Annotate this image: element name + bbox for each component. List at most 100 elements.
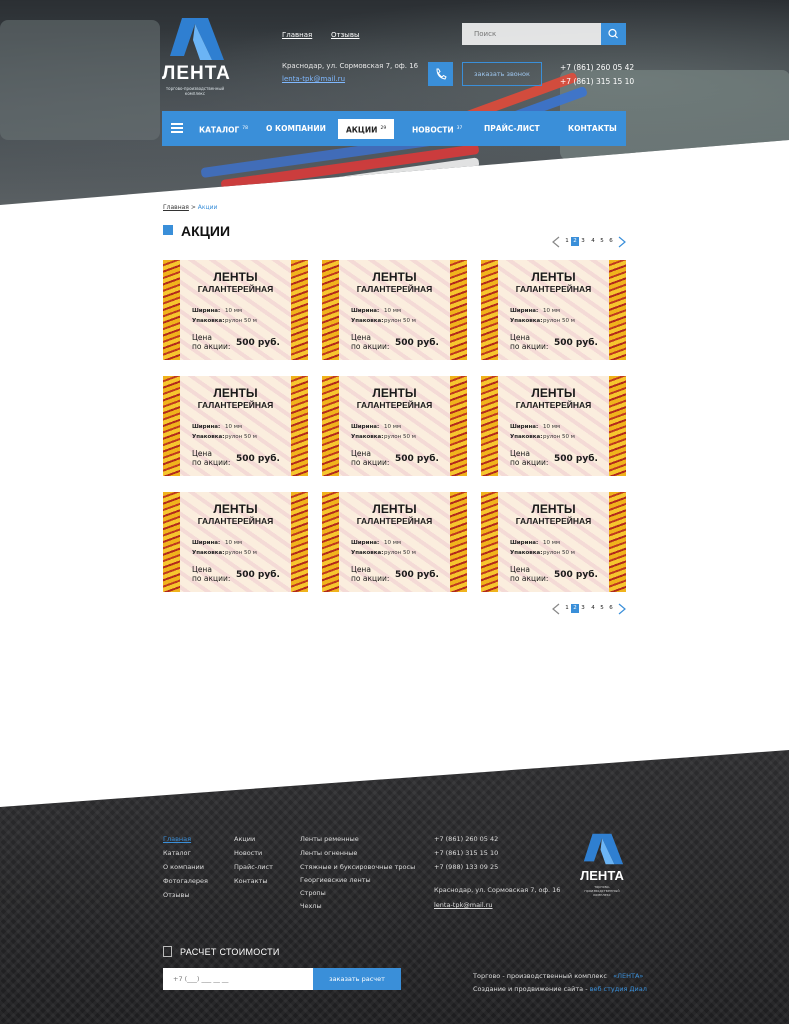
header-phone-2: +7 (861) 315 15 10 bbox=[560, 77, 635, 86]
footer-link-category[interactable]: Стяжные и буксировочные тросы bbox=[300, 863, 415, 871]
footer-logo[interactable]: ЛЕНТА торгово-производственный комплекс bbox=[578, 832, 626, 897]
pack-label: Упаковка: bbox=[192, 550, 225, 556]
nav-contacts[interactable]: Контакты bbox=[568, 111, 617, 146]
footer-link-about[interactable]: О компании bbox=[163, 863, 204, 871]
page-link[interactable]: 5 bbox=[598, 237, 606, 246]
prev-page-icon[interactable] bbox=[552, 603, 560, 615]
price-label: Цена по акции: bbox=[510, 565, 549, 583]
width-label: Ширина: bbox=[192, 308, 221, 314]
card-subtitle: ГАЛАНТЕРЕЙНАЯ bbox=[515, 284, 592, 294]
nav-about[interactable]: О компании bbox=[266, 111, 326, 146]
phone-icon bbox=[436, 68, 447, 80]
logo-subtitle: торгово-производственный комплекс bbox=[165, 86, 225, 96]
title-marker bbox=[163, 225, 173, 235]
promo-card[interactable]: ЛЕНТЫ ГАЛАНТЕРЕЙНАЯ Ширина: 10 мм Упаковка: р… bbox=[322, 260, 467, 360]
page-link[interactable]: 3 bbox=[579, 237, 587, 246]
search-input[interactable] bbox=[462, 23, 602, 45]
page-link[interactable]: 5 bbox=[598, 604, 606, 613]
search-box bbox=[462, 23, 626, 45]
logo-triangle-icon bbox=[170, 18, 224, 60]
nav-price-list[interactable]: Прайс-лист bbox=[484, 111, 540, 146]
promo-card[interactable]: ЛЕНТЫ ГАЛАНТЕРЕЙНАЯ Ширина: 10 мм Упаковка: р… bbox=[322, 492, 467, 592]
footer-link-category[interactable]: Ленты огненные bbox=[300, 849, 357, 857]
footer-logo-subtitle: торгово-производственный комплекс bbox=[584, 885, 620, 897]
pack-label: Упаковка: bbox=[510, 318, 543, 324]
header-phone-1: +7 (861) 260 05 42 bbox=[560, 63, 635, 72]
pack-value: рулон 50 м bbox=[384, 318, 416, 324]
top-link-reviews[interactable]: Отзывы bbox=[331, 31, 360, 39]
promo-card[interactable]: ЛЕНТЫ ГАЛАНТЕРЕЙНАЯ Ширина: 10 мм Упаковка: р… bbox=[481, 376, 626, 476]
prev-page-icon[interactable] bbox=[552, 236, 560, 248]
width-value: 10 мм bbox=[543, 424, 561, 430]
footer-link-gallery[interactable]: Фотогалерея bbox=[163, 877, 208, 885]
page-link[interactable]: 6 bbox=[607, 237, 615, 246]
call-button[interactable] bbox=[428, 62, 453, 86]
page-link[interactable]: 4 bbox=[589, 604, 597, 613]
page-link[interactable]: 6 bbox=[607, 604, 615, 613]
footer-link-price-list[interactable]: Прайс-лист bbox=[234, 863, 273, 871]
card-title: ЛЕНТЫ bbox=[372, 386, 417, 400]
price-value: 500 руб. bbox=[395, 570, 439, 580]
next-page-icon[interactable] bbox=[618, 236, 626, 248]
promo-card[interactable]: ЛЕНТЫ ГАЛАНТЕРЕЙНАЯ Ширина: 10 мм Упаковка: р… bbox=[322, 376, 467, 476]
nav-catalog[interactable]: Каталог 78 bbox=[199, 111, 248, 146]
footer-link-promotions[interactable]: Акции bbox=[234, 835, 255, 843]
header-email[interactable]: lenta-tpk@mail.ru bbox=[282, 75, 345, 83]
pack-label: Упаковка: bbox=[351, 318, 384, 324]
price-label: Цена по акции: bbox=[192, 565, 231, 583]
search-button[interactable] bbox=[601, 23, 626, 45]
page-link[interactable]: 3 bbox=[579, 604, 587, 613]
price-value: 500 руб. bbox=[554, 570, 598, 580]
footer-link-category[interactable]: Стропы bbox=[300, 889, 326, 897]
page-link[interactable]: 4 bbox=[589, 237, 597, 246]
nav-news[interactable]: Новости 37 bbox=[412, 111, 462, 146]
menu-icon[interactable] bbox=[171, 123, 183, 133]
footer-link-contacts[interactable]: Контакты bbox=[234, 877, 267, 885]
header-address: Краснодар, ул. Сормовская 7, оф. 16 bbox=[282, 62, 419, 70]
card-title: ЛЕНТЫ bbox=[213, 502, 258, 516]
width-value: 10 мм bbox=[543, 308, 561, 314]
phone-input[interactable] bbox=[163, 968, 313, 990]
price-label: Цена по акции: bbox=[192, 333, 231, 351]
top-link-home[interactable]: Главная bbox=[282, 31, 312, 39]
developer-link[interactable]: веб студия Диал bbox=[590, 985, 647, 993]
promo-card[interactable]: ЛЕНТЫ ГАЛАНТЕРЕЙНАЯ Ширина: 10 мм Упаковка: р… bbox=[163, 492, 308, 592]
price-value: 500 руб. bbox=[236, 570, 280, 580]
footer-email[interactable]: lenta-tpk@mail.ru bbox=[434, 901, 493, 909]
price-value: 500 руб. bbox=[554, 338, 598, 348]
width-label: Ширина: bbox=[192, 424, 221, 430]
price-label: Цена по акции: bbox=[192, 449, 231, 467]
width-value: 10 мм bbox=[225, 424, 243, 430]
footer-phone-1: +7 (861) 260 05 42 bbox=[434, 835, 499, 843]
promo-card[interactable]: ЛЕНТЫ ГАЛАНТЕРЕЙНАЯ Ширина: 10 мм Упаковка: р… bbox=[481, 492, 626, 592]
search-icon bbox=[608, 28, 618, 39]
next-page-icon[interactable] bbox=[618, 603, 626, 615]
width-value: 10 мм bbox=[225, 540, 243, 546]
price-value: 500 руб. bbox=[395, 338, 439, 348]
width-value: 10 мм bbox=[384, 540, 402, 546]
card-subtitle: ГАЛАНТЕРЕЙНАЯ bbox=[197, 516, 274, 526]
page-link-current[interactable]: 2 bbox=[571, 604, 579, 613]
page-link-current[interactable]: 2 bbox=[571, 237, 579, 246]
footer-link-category[interactable]: Ленты ременные bbox=[300, 835, 359, 843]
promo-card[interactable]: ЛЕНТЫ ГАЛАНТЕРЕЙНАЯ Ширина: 10 мм Упаковка: р… bbox=[163, 260, 308, 360]
price-value: 500 руб. bbox=[395, 454, 439, 464]
width-value: 10 мм bbox=[384, 424, 402, 430]
page-link[interactable]: 1 bbox=[563, 604, 571, 613]
promo-card[interactable]: ЛЕНТЫ ГАЛАНТЕРЕЙНАЯ Ширина: 10 мм Упаковка: р… bbox=[481, 260, 626, 360]
footer-link-catalog[interactable]: Каталог bbox=[163, 849, 191, 857]
promo-card[interactable]: ЛЕНТЫ ГАЛАНТЕРЕЙНАЯ Ширина: 10 мм Упаковка: р… bbox=[163, 376, 308, 476]
width-label: Ширина: bbox=[351, 424, 380, 430]
footer-link-home[interactable]: Главная bbox=[163, 835, 191, 843]
footer-link-category[interactable]: Чехлы bbox=[300, 902, 322, 910]
footer-link-reviews[interactable]: Отзывы bbox=[163, 891, 189, 899]
breadcrumb-home[interactable]: Главная bbox=[163, 204, 189, 211]
order-calc-button[interactable]: заказать расчет bbox=[313, 968, 401, 990]
card-title: ЛЕНТЫ bbox=[531, 270, 576, 284]
logo[interactable]: ЛЕНТА торгово-производственный комплекс bbox=[162, 16, 230, 96]
footer-link-news[interactable]: Новости bbox=[234, 849, 262, 857]
page-link[interactable]: 1 bbox=[563, 237, 571, 246]
footer-link-category[interactable]: Георгиевские ленты bbox=[300, 876, 371, 884]
order-call-button[interactable]: заказать звонок bbox=[462, 62, 542, 86]
nav-promotions[interactable]: Акции 29 bbox=[338, 119, 395, 139]
